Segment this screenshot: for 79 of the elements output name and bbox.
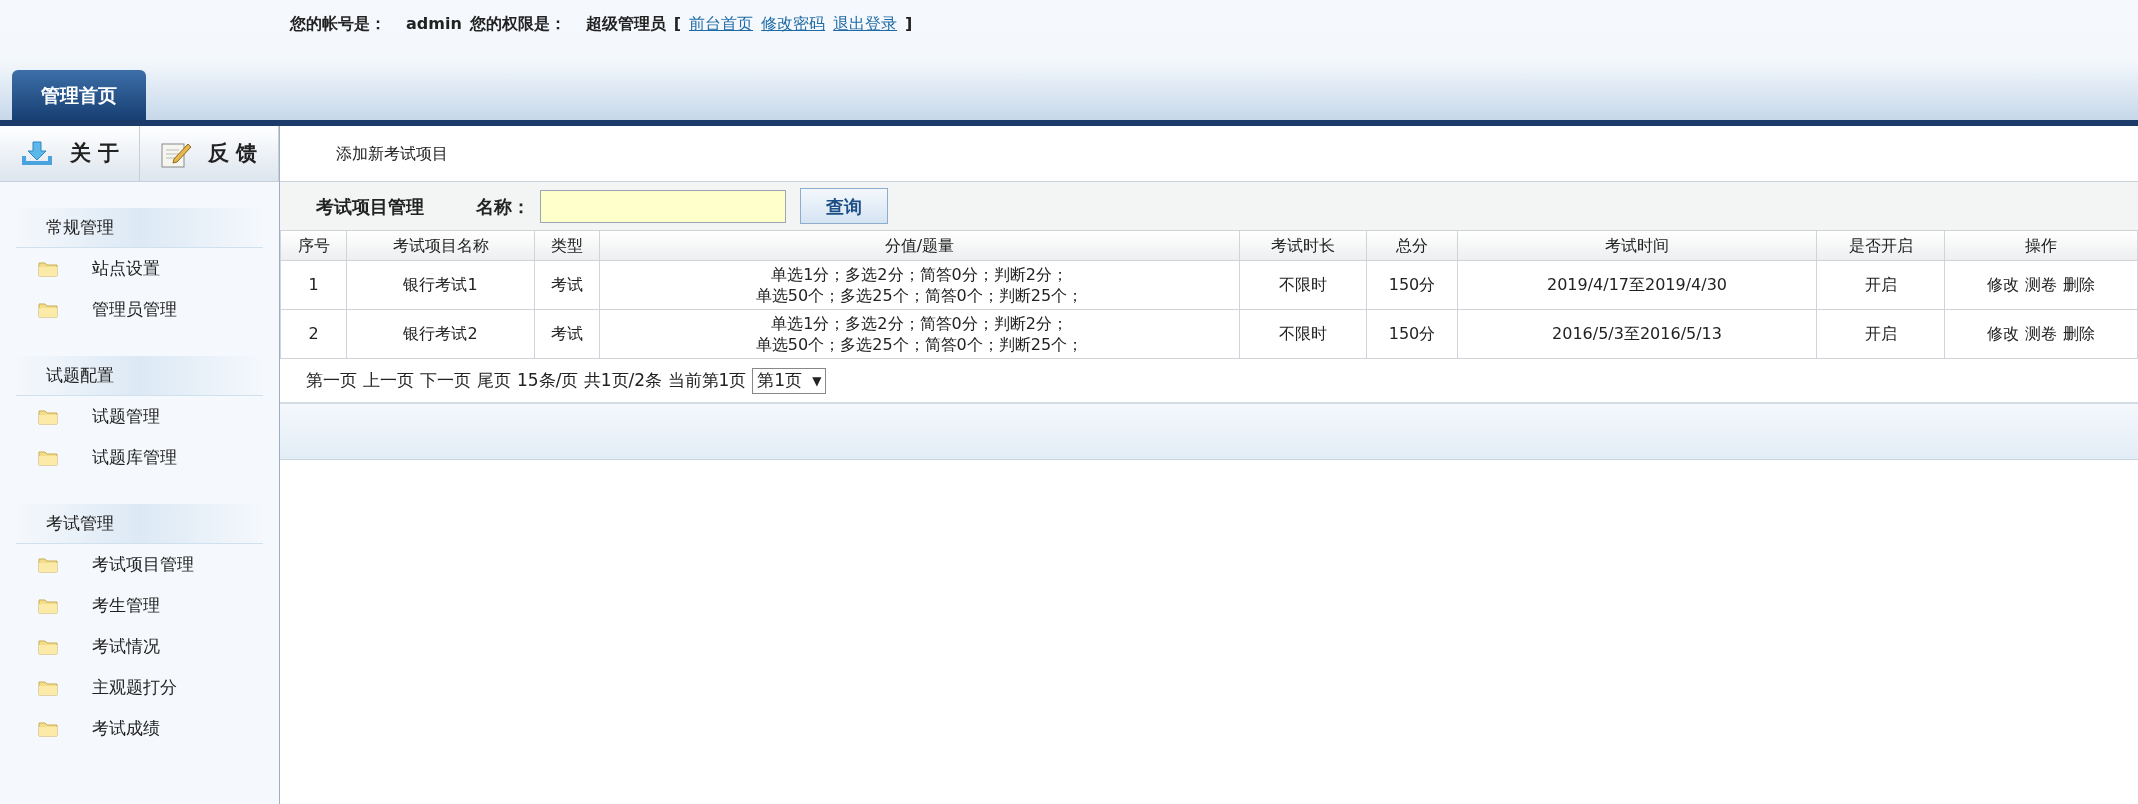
row-action-link[interactable]: 修改 [1987, 273, 2019, 297]
folder-icon [38, 449, 58, 466]
row-action-link[interactable]: 测卷 [2025, 273, 2057, 297]
score-line: 单选50个；多选25个；简答0个；判断25个； [754, 285, 1085, 306]
score-line: 单选1分；多选2分；简答0分；判断2分； [770, 264, 1069, 285]
bracket: [ [673, 13, 682, 35]
bracket: ] [905, 13, 913, 35]
column-header: 分值/题量 [599, 230, 1240, 261]
row-action-link[interactable]: 修改 [1987, 322, 2019, 346]
folder-icon [38, 556, 58, 573]
pagination-info: 15条/页 共1页/2条 当前第1页 [517, 368, 747, 392]
folder-icon [38, 408, 58, 425]
column-header: 考试项目名称 [346, 230, 535, 261]
table-cell: 开启 [1816, 260, 1945, 310]
table-cell: 150分 [1366, 309, 1458, 359]
header-link[interactable]: 前台首页 [689, 12, 754, 36]
search-button[interactable]: 查询 [800, 188, 888, 224]
account-name: admin [406, 13, 462, 35]
pagination-link[interactable]: 上一页 [363, 367, 414, 394]
section-header: 试题配置 [16, 356, 263, 396]
account-label: 您的帐号是： [290, 13, 386, 35]
sidebar-item[interactable]: 考试成绩 [92, 715, 160, 742]
role-name: 超级管理员 [585, 13, 666, 35]
page-select[interactable]: 第1页 ▼ [752, 367, 827, 394]
table-cell: 开启 [1816, 309, 1945, 359]
score-line: 单选1分；多选2分；简答0分；判断2分； [770, 313, 1069, 334]
table-cell: 考试 [534, 260, 600, 310]
row-action-link[interactable]: 删除 [2063, 322, 2095, 346]
column-header: 类型 [534, 230, 600, 261]
sidebar-item[interactable]: 试题管理 [92, 403, 160, 430]
sidebar-item[interactable]: 管理员管理 [92, 296, 177, 323]
toolbar-button[interactable]: 反 馈 [139, 126, 279, 181]
column-header: 总分 [1366, 230, 1458, 261]
header-link[interactable]: 修改密码 [761, 12, 826, 36]
name-label: 名称： [476, 194, 530, 219]
column-header: 序号 [280, 230, 347, 261]
sidebar-item[interactable]: 考生管理 [92, 592, 160, 619]
tab[interactable]: 管理首页 [12, 70, 146, 120]
header-link[interactable]: 退出登录 [833, 12, 898, 36]
pagination-link[interactable]: 下一页 [420, 367, 471, 394]
column-header: 操作 [1944, 230, 2138, 261]
sidebar-item[interactable]: 站点设置 [92, 255, 160, 282]
folder-icon [38, 720, 58, 737]
page-heading: 考试项目管理 [316, 194, 424, 219]
folder-icon [38, 679, 58, 696]
row-action-link[interactable]: 删除 [2063, 273, 2095, 297]
table-cell: 2016/5/3至2016/5/13 [1457, 309, 1817, 359]
score-line: 单选50个；多选25个；简答0个；判断25个； [754, 334, 1085, 355]
column-header: 考试时长 [1239, 230, 1367, 261]
add-exam-link[interactable]: 添加新考试项目 [336, 141, 448, 166]
pagination-link[interactable]: 尾页 [477, 367, 511, 394]
table-cell: 考试 [534, 309, 600, 359]
table-cell: 银行考试1 [346, 260, 535, 310]
sidebar-item[interactable]: 试题库管理 [92, 444, 177, 471]
folder-icon [38, 301, 58, 318]
role-label: 您的权限是： [469, 13, 566, 35]
folder-icon [38, 597, 58, 614]
download-icon [19, 139, 54, 168]
column-header: 是否开启 [1816, 230, 1945, 261]
column-header: 考试时间 [1457, 230, 1817, 261]
section-header: 考试管理 [16, 504, 263, 544]
sidebar-item[interactable]: 考试情况 [92, 633, 160, 660]
table-cell: 2019/4/17至2019/4/30 [1457, 260, 1817, 310]
folder-icon [38, 260, 58, 277]
table-cell: 1 [280, 260, 347, 310]
row-action-link[interactable]: 测卷 [2025, 322, 2057, 346]
sidebar-item[interactable]: 主观题打分 [92, 674, 177, 701]
table-cell: 2 [280, 309, 347, 359]
table-cell: 不限时 [1239, 309, 1367, 359]
table-cell: 150分 [1366, 260, 1458, 310]
section-header: 常规管理 [16, 208, 263, 248]
table-cell: 银行考试2 [346, 309, 535, 359]
folder-icon [38, 638, 58, 655]
sidebar-item[interactable]: 考试项目管理 [92, 551, 194, 578]
pagination-link[interactable]: 第一页 [306, 367, 357, 394]
table-cell: 不限时 [1239, 260, 1367, 310]
name-input-field[interactable] [540, 189, 786, 223]
toolbar-button[interactable]: 关 于 [0, 126, 140, 181]
caret-icon: ▼ [812, 371, 822, 390]
